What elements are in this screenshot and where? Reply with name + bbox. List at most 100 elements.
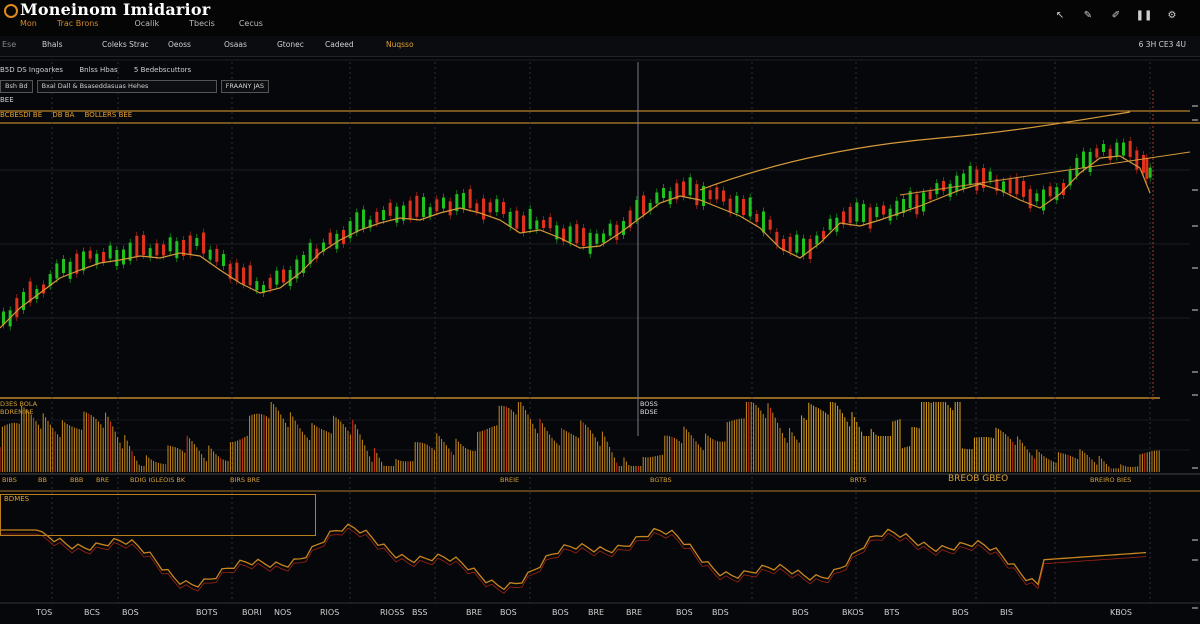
time-axis-label: KBOS [1110,608,1132,617]
candle-body [988,171,992,181]
legend-box-2[interactable]: Bxal Dall & Bsaseddasuas Hehes [36,80,217,93]
candle-body [642,195,645,215]
time-axis-label: BRE [588,608,605,617]
candle-body [502,202,505,214]
candle-body [742,199,745,215]
candle-body [242,267,245,285]
candle-body [842,211,845,225]
candle-body [155,243,159,256]
candle-body [848,207,852,223]
candle-body [495,199,499,213]
candle-body [355,212,359,233]
candle-body [222,254,225,266]
candle-body [695,184,699,206]
oscillator-signal-line [0,527,1147,594]
osc-header-11: BREIRO BIES [1090,476,1132,484]
legend-box-3[interactable]: FRAANY JAS [220,80,269,93]
candle-body [682,181,685,197]
candle-body [862,204,865,222]
candle-body [88,250,92,259]
time-axis-label: BOS [552,608,569,617]
candle-body [768,219,772,230]
osc-header-3: BBB [70,476,84,484]
candle-body [1145,157,1149,179]
time-axis-label: BOTS [196,608,218,617]
candle-body [608,223,612,236]
candle-body [548,217,552,229]
time-axis-label: RIOSS [380,608,405,617]
candle-body [942,181,945,191]
candle-body [762,211,765,233]
candle-body [268,277,272,289]
candle-body [235,262,239,281]
candle-body [82,251,85,271]
candle-body [568,226,572,243]
candle-body [508,211,512,227]
candle-body [102,252,105,262]
candle-body [168,237,172,252]
candle-body [1115,142,1119,157]
candle-body [415,195,419,217]
candle-body [22,292,25,310]
candle-body [582,228,585,246]
time-axis-label: BOS [792,608,809,617]
candle-body [1008,179,1012,194]
candle-body [188,235,192,255]
candle-body [715,187,719,200]
candle-body [342,230,345,244]
crosshair-tag-line-2: BDSE [640,408,658,416]
candle-body [708,190,712,200]
candle-body [815,235,819,245]
candle-body [748,197,752,217]
osc-header-2: BB [38,476,47,484]
candle-body [1088,152,1092,172]
indicator-label-3: BOLLERS BEE [84,111,133,119]
candle-body [1102,144,1105,152]
volume-label-line-2: BDRENIRE [0,408,34,416]
candle-body [575,224,579,244]
osc-header-5: BDIG IGLEOIS BK [130,476,186,484]
time-axis-label: BOS [122,608,139,617]
time-axis-label: NOS [274,608,292,617]
candle-body [408,200,412,219]
candle-body [382,210,385,220]
candle-body [855,202,859,222]
candle-body [775,231,779,245]
volume-label-line-1: D3ES BOLA [0,400,38,408]
candle-body [915,194,919,215]
time-axis-label: BTS [884,608,900,617]
candle-body [215,248,219,262]
candle-body [528,209,532,229]
candle-body [115,250,119,266]
time-axis-label: BRE [626,608,643,617]
volume-pane-label: D3ES BOLA BDRENIRE [0,400,37,416]
candle-body [362,209,365,229]
oscillator-header: BIBS BB BBB BRE BDIG IGLEOIS BK BIRS BRE… [0,474,1200,492]
candle-body [828,218,832,230]
candle-body [442,197,445,209]
candle-body [888,208,892,221]
time-axis[interactable]: TOS BCS BOS BOTS BORI NOS RIOS RIOSS BSS BRE BOS BO… [0,605,1200,623]
time-axis-label: BDS [712,608,729,617]
candle-body [668,191,672,205]
candle-body [162,244,165,256]
trend-line-upper [699,111,1131,191]
candle-body [462,193,465,209]
candle-body [1028,189,1032,209]
time-axis-label: BORI [242,608,262,617]
candle-body [868,207,872,229]
candle-body [448,201,452,216]
candle-body [288,270,292,286]
legend-item-3: 5 Bedebscuttors [133,66,192,74]
legend-box-1[interactable]: Bsh Bd [0,80,33,93]
time-axis-label: BOS [676,608,693,617]
candle-body [175,241,179,259]
oscillator-highlight-box [0,494,316,536]
candle-body [602,233,605,243]
candle-body [428,207,432,217]
candle-body [2,311,5,325]
time-axis-label: BOS [952,608,969,617]
candle-body [1055,187,1059,201]
indicator-label-2: DB BA [52,111,75,119]
candle-body [1142,155,1145,173]
